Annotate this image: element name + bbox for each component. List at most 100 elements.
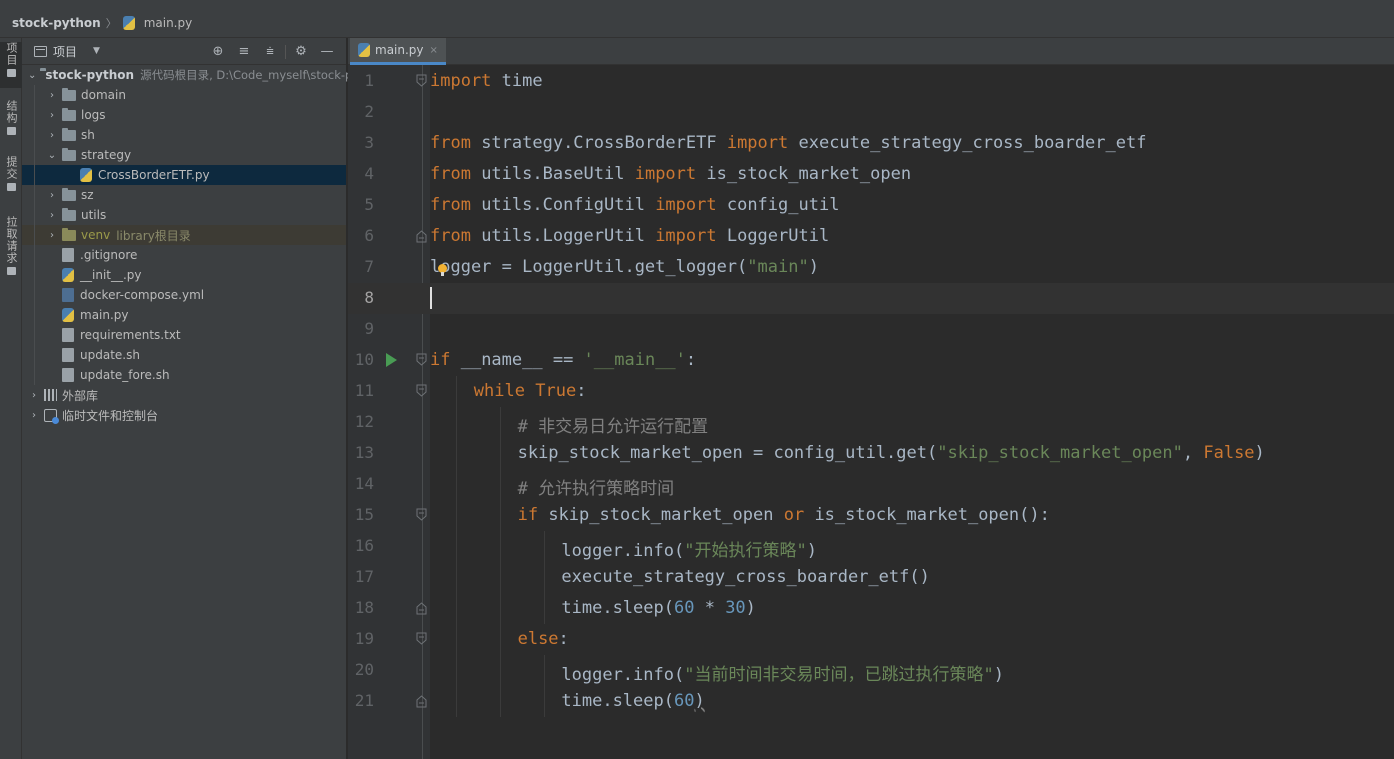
tree-item-sz[interactable]: › sz [22,185,346,205]
line-number: 11 [354,381,374,400]
code-line[interactable]: 4 from utils.BaseUtil import is_stock_mar… [348,159,1394,190]
strip-button-commit[interactable]: 提交 [0,156,22,200]
locate-icon[interactable]: ⊕ [205,44,231,59]
code-line[interactable]: 21 time.sleep(60) [348,686,1394,717]
code-text: from utils.ConfigUtil import config_util [430,195,839,215]
tree-item-venv[interactable]: › venv library根目录 [22,225,346,245]
code-line[interactable]: 18 time.sleep(60 * 30) [348,593,1394,624]
collapse-all-icon[interactable]: ⩧ [257,44,283,59]
tab-main-py[interactable]: main.py × [350,38,446,65]
code-area[interactable]: 1 import time 2 3 from strategy.CrossBorderE… [348,65,1394,759]
tree-item-init-py[interactable]: __init__.py [22,265,346,285]
lightbulb-icon[interactable] [438,264,447,276]
code-token: : [558,629,569,649]
code-token: from [430,195,471,215]
tree-item-update-sh[interactable]: update.sh [22,345,346,365]
code-line[interactable]: 15 if skip_stock_market_open or is_stock_… [348,500,1394,531]
chevron-right-icon[interactable]: › [46,130,58,141]
tree-item-logs[interactable]: › logs [22,105,346,125]
code-token: * [694,598,726,618]
tree-item-gitignore[interactable]: .gitignore [22,245,346,265]
indent-guide [543,655,545,717]
project-view-label[interactable]: 项目 [53,43,77,60]
tree-item-label: 外部库 [62,388,99,403]
breadcrumb-project[interactable]: stock-python [12,16,101,30]
folder-icon [6,69,16,77]
indent-guide [543,531,545,624]
chevron-right-icon[interactable]: › [46,230,58,241]
fold-open-icon[interactable] [416,353,427,367]
code-line[interactable]: 5 from utils.ConfigUtil import config_uti… [348,190,1394,221]
chevron-right-icon[interactable]: › [28,410,40,421]
code-line[interactable]: 19 else: [348,624,1394,655]
tree-item-external-libraries[interactable]: › 外部库 [22,385,346,405]
gear-icon[interactable]: ⚙ [288,44,314,59]
tree-item-domain[interactable]: › domain [22,85,346,105]
fold-open-icon[interactable] [416,74,427,88]
tree-item-label: update.sh [80,348,140,362]
code-text: if skip_stock_market_open or is_stock_ma… [518,505,1050,525]
fold-open-icon[interactable] [416,508,427,522]
code-line[interactable]: 17 execute_strategy_cross_boarder_etf() [348,562,1394,593]
code-line[interactable]: 12 # 非交易日允许运行配置 [348,407,1394,438]
fold-open-icon[interactable] [416,632,427,646]
code-line[interactable]: 3 from strategy.CrossBorderETF import exe… [348,128,1394,159]
code-line[interactable]: 6 from utils.LoggerUtil import LoggerUtil [348,221,1394,252]
code-line[interactable]: 14 # 允许执行策略时间 [348,469,1394,500]
breadcrumb-file[interactable]: main.py [144,16,193,30]
chevron-down-icon[interactable]: ⌄ [28,70,36,81]
chevron-down-icon[interactable]: ▼ [93,46,100,56]
tree-item-main-py[interactable]: main.py [22,305,346,325]
fold-close-icon[interactable] [416,229,427,243]
chevron-right-icon[interactable]: › [46,210,58,221]
run-gutter-icon[interactable] [386,353,397,367]
code-line[interactable]: 7 logger = LoggerUtil.get_logger("main") [348,252,1394,283]
project-panel-tools: ⊕ ≡ ⩧ ⚙ — [205,38,340,65]
project-panel: 项目 ▼ ⊕ ≡ ⩧ ⚙ — ⌄ stock-python 源代码根目录, D:\C… [22,38,385,759]
code-line[interactable]: 16 logger.info("开始执行策略") [348,531,1394,562]
code-line[interactable]: 2 [348,97,1394,128]
strip-button-structure[interactable]: 结构 [0,100,22,144]
tree-item-label: .gitignore [80,248,138,262]
fold-close-icon[interactable] [416,694,427,708]
text-caret [430,287,432,309]
chevron-right-icon[interactable]: › [46,190,58,201]
code-line[interactable]: 13 skip_stock_market_open = config_util.g… [348,438,1394,469]
tree-root-stock-python[interactable]: ⌄ stock-python 源代码根目录, D:\Code_myself\stoc… [22,65,385,85]
tree-item-sh[interactable]: › sh [22,125,346,145]
code-text: logger.info("当前时间非交易时间，已跳过执行策略") [561,660,1004,685]
strip-button-pull-request[interactable]: 拉取请求 [0,216,22,282]
code-line[interactable]: 11 while True: [348,376,1394,407]
chevron-right-icon[interactable]: › [46,90,58,101]
code-token: time.sleep( [561,598,674,618]
line-number: 14 [354,474,374,493]
line-number: 16 [354,536,374,555]
code-line[interactable]: 20 logger.info("当前时间非交易时间，已跳过执行策略") [348,655,1394,686]
tree-item-scratches[interactable]: › 临时文件和控制台 [22,405,346,425]
fold-open-icon[interactable] [416,384,427,398]
chevron-right-icon[interactable]: › [46,110,58,121]
close-icon[interactable]: × [430,45,438,56]
line-number: 20 [354,660,374,679]
tree-item-label: strategy [81,148,132,162]
tree-item-docker-compose-yml[interactable]: docker-compose.yml [22,285,346,305]
code-line[interactable]: 9 [348,314,1394,345]
tree-item-requirements-txt[interactable]: requirements.txt [22,325,346,345]
expand-all-icon[interactable]: ≡ [231,44,257,59]
tree-item-utils[interactable]: › utils [22,205,346,225]
fold-close-icon[interactable] [416,601,427,615]
tree-item-crossborderetf-py[interactable]: CrossBorderETF.py [22,165,346,185]
hide-icon[interactable]: — [314,44,340,59]
code-token: : [576,381,587,401]
tree-item-hint: library根目录 [116,228,191,243]
chevron-right-icon[interactable]: › [28,390,40,401]
code-token: else [517,629,559,649]
code-line[interactable]: 10 if __name__ == '__main__': [348,345,1394,376]
tree-item-strategy[interactable]: ⌄ strategy [22,145,346,165]
tree-item-update-fore-sh[interactable]: update_fore.sh [22,365,346,385]
strip-button-folder[interactable]: 项目 [0,42,22,88]
chevron-down-icon[interactable]: ⌄ [46,150,58,161]
code-line[interactable]: 1 import time [348,66,1394,97]
indent-guide [499,407,501,717]
code-line[interactable]: 8 [348,283,1394,314]
